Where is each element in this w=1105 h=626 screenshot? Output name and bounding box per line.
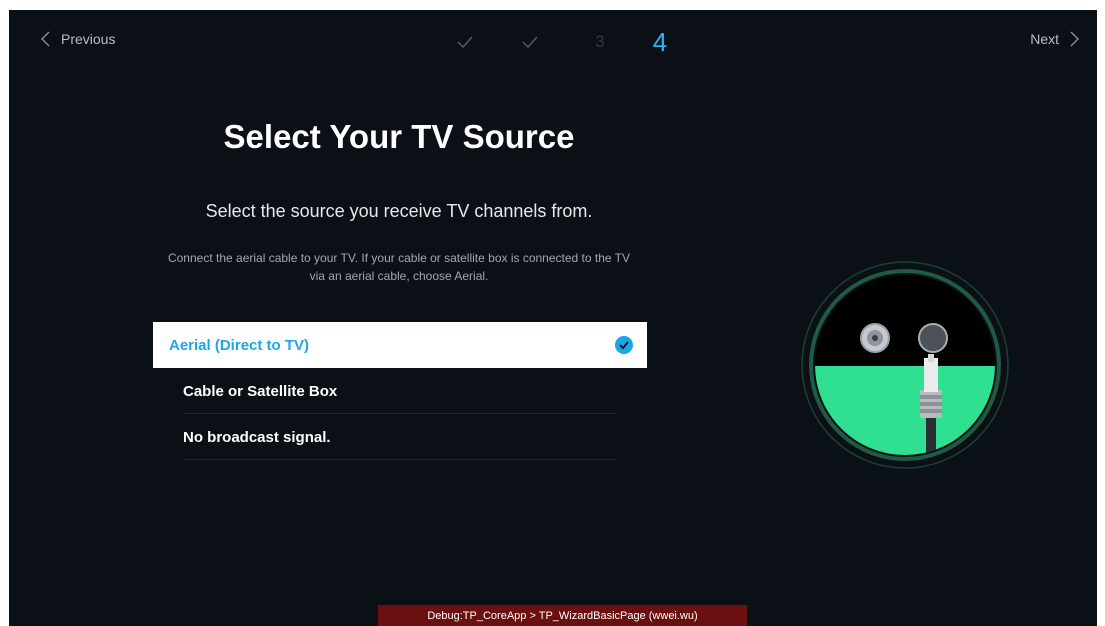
next-label: Next — [1030, 31, 1059, 47]
option-label: Cable or Satellite Box — [183, 382, 338, 400]
tv-setup-wizard-screen: Previous 3 4 Next Select Your TV Source … — [9, 10, 1097, 626]
previous-label: Previous — [61, 31, 116, 47]
step-2-check-icon — [521, 28, 539, 56]
option-aerial[interactable]: Aerial (Direct to TV) — [153, 322, 647, 368]
description-line-2: via an aerial cable, choose Aerial. — [309, 269, 489, 283]
step-1-check-icon — [456, 28, 474, 56]
chevron-right-icon — [1070, 31, 1079, 47]
selected-check-icon — [615, 336, 633, 354]
chevron-left-icon — [41, 31, 50, 47]
option-label: No broadcast signal. — [183, 428, 331, 446]
step-3-number: 3 — [595, 32, 605, 51]
option-no-broadcast-signal[interactable]: No broadcast signal. — [153, 414, 647, 460]
previous-button[interactable]: Previous — [39, 30, 115, 48]
option-cable-or-satellite[interactable]: Cable or Satellite Box — [153, 368, 647, 414]
aerial-connection-illustration — [801, 261, 1009, 469]
option-label: Aerial (Direct to TV) — [169, 336, 310, 354]
tv-source-options-list: Aerial (Direct to TV) Cable or Satellite… — [153, 322, 647, 460]
page-subtitle: Select the source you receive TV channel… — [205, 201, 593, 221]
description-line-1: Connect the aerial cable to your TV. If … — [167, 251, 631, 265]
next-button[interactable]: Next — [1030, 30, 1081, 48]
step-4-current: 4 — [652, 26, 668, 57]
option-divider — [183, 459, 617, 460]
debug-status-bar: Debug:TP_CoreApp > TP_WizardBasicPage (w… — [378, 605, 747, 626]
page-description: Connect the aerial cable to your TV. If … — [109, 249, 689, 285]
page-title: Select Your TV Source — [223, 118, 575, 155]
wizard-top-bar: Previous 3 4 Next — [9, 10, 1097, 70]
